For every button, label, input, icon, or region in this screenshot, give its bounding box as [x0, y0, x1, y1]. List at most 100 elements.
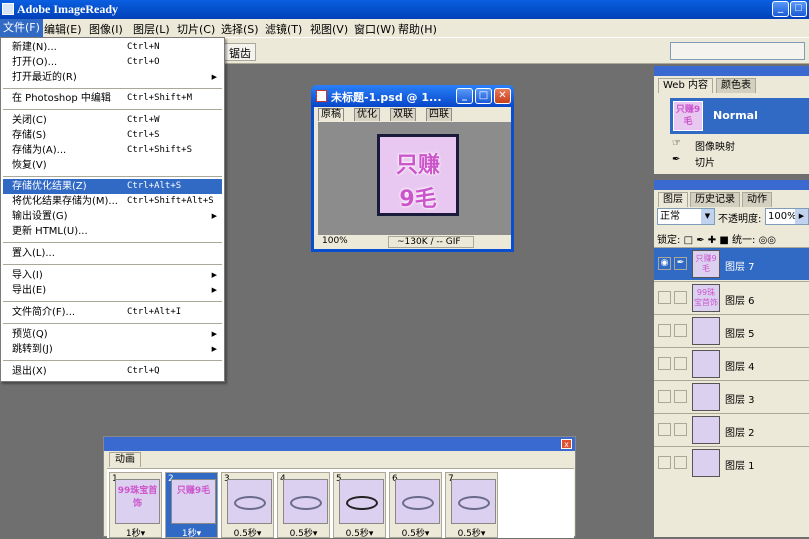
animation-frame[interactable]: 1 99珠宝首饰 1秒▾ — [109, 472, 162, 539]
animation-frame[interactable]: 7 0.5秒▾ — [445, 472, 498, 539]
panel-header[interactable]: x — [104, 437, 575, 451]
minimize-button[interactable]: _ — [772, 1, 789, 17]
menu-file[interactable]: 文件(F) — [0, 19, 43, 37]
visibility-box[interactable] — [658, 456, 671, 469]
unify-icons[interactable]: ◎◎ — [759, 235, 776, 246]
panel-header[interactable] — [654, 66, 809, 76]
normal-state-row[interactable]: 只赚9毛 Normal — [670, 98, 809, 134]
layer-row[interactable]: 图层 5 — [654, 314, 809, 347]
tab-original[interactable]: 原稿 — [318, 108, 344, 121]
menu-item-file-info[interactable]: 文件简介(F)... Ctrl+Alt+I — [3, 305, 222, 320]
link-box[interactable] — [674, 456, 687, 469]
visibility-box[interactable] — [658, 291, 671, 304]
eye-icon[interactable]: ◉ — [658, 257, 671, 270]
menu-image[interactable]: 图像(I) — [89, 21, 123, 37]
menu-item-exit[interactable]: 退出(X) Ctrl+Q — [3, 364, 222, 379]
menu-layer[interactable]: 图层(L) — [133, 21, 170, 37]
tab-web-content[interactable]: Web 内容 — [658, 78, 713, 93]
panel-header[interactable] — [654, 180, 809, 190]
animation-frame[interactable]: 6 0.5秒▾ — [389, 472, 442, 539]
menu-item-export[interactable]: 导出(E) ▶ — [3, 283, 222, 298]
visibility-box[interactable] — [658, 324, 671, 337]
app-icon — [2, 3, 14, 15]
menu-filter[interactable]: 滤镜(T) — [265, 21, 302, 37]
doc-close-button[interactable]: ✕ — [494, 88, 511, 104]
menu-item-save-optimized[interactable]: 存储优化结果(Z) Ctrl+Alt+S — [3, 179, 222, 194]
opacity-input[interactable]: 100% ▶ — [765, 208, 809, 225]
lock-paint-icon[interactable]: ✒ — [696, 235, 704, 246]
tab-color-table[interactable]: 颜色表 — [716, 78, 756, 93]
visibility-box[interactable] — [658, 390, 671, 403]
lock-move-icon[interactable]: ✚ — [708, 235, 716, 246]
menu-item-update-html[interactable]: 更新 HTML(U)... — [3, 224, 222, 239]
frame-delay[interactable]: 0.5秒▾ — [390, 526, 441, 539]
menu-view[interactable]: 视图(V) — [310, 21, 348, 37]
lock-all-icon[interactable]: ■ — [719, 235, 728, 246]
layer-row[interactable]: 图层 2 — [654, 413, 809, 446]
file-size-info[interactable]: ~130K / -- GIF — [388, 236, 474, 248]
link-box[interactable] — [674, 291, 687, 304]
tab-history[interactable]: 历史记录 — [690, 192, 740, 207]
layer-name: 图层 1 — [725, 461, 755, 472]
layer-row[interactable]: ◉ ✒ 只赚9毛 图层 7 — [654, 247, 809, 280]
zoom-level[interactable]: 100% — [322, 236, 348, 246]
document-title-bar[interactable]: 未标题-1.psd @ 1... _ □ ✕ — [311, 85, 514, 107]
frame-delay[interactable]: 0.5秒▾ — [446, 526, 497, 539]
menu-item-save[interactable]: 存储(S) Ctrl+S — [3, 128, 222, 143]
brush-icon[interactable]: ✒ — [674, 257, 687, 270]
menu-item-revert[interactable]: 恢复(V) — [3, 158, 222, 173]
menu-item-save-as[interactable]: 存储为(A)... Ctrl+Shift+S — [3, 143, 222, 158]
menu-item-import[interactable]: 导入(I) ▶ — [3, 268, 222, 283]
menu-slice[interactable]: 切片(C) — [177, 21, 215, 37]
layer-row[interactable]: 图层 1 — [654, 446, 809, 479]
tab-layers[interactable]: 图层 — [658, 192, 688, 207]
frame-delay[interactable]: 0.5秒▾ — [334, 526, 385, 539]
doc-maximize-button[interactable]: □ — [475, 88, 492, 104]
frame-delay[interactable]: 1秒▾ — [110, 526, 161, 539]
layer-row[interactable]: 99珠宝首饰 图层 6 — [654, 281, 809, 314]
menu-select[interactable]: 选择(S) — [221, 21, 259, 37]
menu-item-place[interactable]: 置入(L)... — [3, 246, 222, 261]
tab-optimized[interactable]: 优化 — [354, 108, 380, 121]
canvas-area[interactable]: 只赚 9毛 — [318, 122, 511, 235]
palette-well[interactable] — [670, 42, 805, 60]
menu-item-new[interactable]: 新建(N)... Ctrl+N — [3, 40, 222, 55]
maximize-button[interactable]: □ — [790, 1, 807, 17]
frame-delay[interactable]: 0.5秒▾ — [222, 526, 273, 539]
menu-item-close[interactable]: 关闭(C) Ctrl+W — [3, 113, 222, 128]
animation-frame[interactable]: 3 0.5秒▾ — [221, 472, 274, 539]
layer-row[interactable]: 图层 4 — [654, 347, 809, 380]
frame-delay[interactable]: 1秒▾ — [166, 526, 217, 539]
frame-delay[interactable]: 0.5秒▾ — [278, 526, 329, 539]
menu-item-open-recent[interactable]: 打开最近的(R) ▶ — [3, 70, 222, 85]
menu-edit[interactable]: 编辑(E) — [44, 21, 82, 37]
menu-item-jump-to[interactable]: 跳转到(J) ▶ — [3, 342, 222, 357]
link-box[interactable] — [674, 390, 687, 403]
animation-frame[interactable]: 2 只赚9毛 1秒▾ — [165, 472, 218, 539]
link-box[interactable] — [674, 357, 687, 370]
layer-row[interactable]: 图层 3 — [654, 380, 809, 413]
tab-animation[interactable]: 动画 — [109, 452, 141, 467]
tab-4up[interactable]: 四联 — [426, 108, 452, 121]
lock-transparency-icon[interactable]: □ — [684, 235, 693, 246]
menu-item-output-settings[interactable]: 输出设置(G) ▶ — [3, 209, 222, 224]
blend-mode-select[interactable]: 正常 ▼ — [657, 208, 715, 225]
link-box[interactable] — [674, 423, 687, 436]
visibility-box[interactable] — [658, 357, 671, 370]
tab-actions[interactable]: 动作 — [742, 192, 772, 207]
menu-item-preview[interactable]: 预览(Q) ▶ — [3, 327, 222, 342]
menu-item-save-optimized-as[interactable]: 将优化结果存储为(M)... Ctrl+Shift+Alt+S — [3, 194, 222, 209]
antialias-option[interactable]: 锯齿 — [224, 43, 256, 61]
menu-help[interactable]: 帮助(H) — [398, 21, 437, 37]
opacity-label: 不透明度: — [718, 214, 762, 225]
menu-item-edit-in-photoshop[interactable]: 在 Photoshop 中编辑 Ctrl+Shift+M — [3, 91, 222, 106]
menu-window[interactable]: 窗口(W) — [354, 21, 395, 37]
menu-item-open[interactable]: 打开(O)... Ctrl+O — [3, 55, 222, 70]
close-icon[interactable]: x — [561, 439, 572, 449]
animation-frame[interactable]: 5 0.5秒▾ — [333, 472, 386, 539]
animation-frame[interactable]: 4 0.5秒▾ — [277, 472, 330, 539]
visibility-box[interactable] — [658, 423, 671, 436]
link-box[interactable] — [674, 324, 687, 337]
doc-minimize-button[interactable]: _ — [456, 88, 473, 104]
tab-2up[interactable]: 双联 — [390, 108, 416, 121]
